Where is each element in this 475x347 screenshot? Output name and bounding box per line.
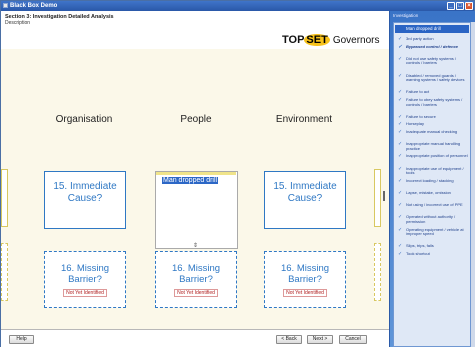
cause-list-item[interactable]: ✓ Inappropriate position of personnel [396, 154, 470, 159]
column-header-organisation: Organisation [55, 114, 113, 125]
cause-list-item[interactable]: ✓ Did not use safety systems / controls /… [396, 56, 470, 66]
back-button[interactable]: < Back [276, 335, 302, 344]
barrier-status: Not Yet Identified [283, 289, 327, 297]
cause-list-item[interactable]: ✓ Lapse, mistake, omission [396, 190, 470, 196]
check-icon[interactable]: ✓ [398, 191, 402, 196]
resize-grip-icon[interactable]: ⇕ [193, 242, 198, 249]
immediate-cause-organisation[interactable]: 15. Immediate Cause? [44, 171, 126, 229]
people-cause-text[interactable]: Man dropped drill [162, 177, 219, 184]
close-icon[interactable]: × [465, 2, 473, 10]
section-description: Description [5, 20, 31, 26]
cause-list-item[interactable]: ✓ Incorrect loading / stacking [396, 178, 470, 184]
cause-list-item[interactable]: ✓ Operating equipment / vehicle at improp… [396, 227, 470, 237]
card-header-band [156, 172, 236, 175]
side-pane-scrollbar[interactable] [471, 22, 475, 347]
check-icon[interactable]: ✓ [398, 203, 402, 208]
check-icon[interactable]: ✓ [398, 179, 402, 184]
immediate-cause-environment[interactable]: 15. Immediate Cause? [264, 171, 346, 229]
page-header: Section 3: Investigation Detailed Analys… [1, 11, 389, 49]
check-icon[interactable]: ✓ [398, 90, 402, 95]
check-icon[interactable]: ✓ [398, 98, 402, 103]
investigation-side-pane: Investigation Man dropped drill ✓ 3rd par… [389, 11, 475, 347]
check-icon[interactable]: ✓ [398, 73, 402, 79]
missing-barrier-organisation[interactable]: 16. Missing Barrier? Not Yet Identified [44, 251, 126, 308]
check-icon[interactable]: ✓ [398, 44, 402, 50]
footer-divider [1, 329, 389, 330]
check-icon[interactable]: ✓ [398, 252, 402, 257]
check-icon[interactable]: ✓ [398, 122, 402, 127]
main-panel: Section 3: Investigation Detailed Analys… [1, 11, 389, 347]
cancel-button[interactable]: Cancel [339, 335, 367, 344]
cause-list-item[interactable]: ✓ Failure to obey safety systems / contro… [396, 97, 470, 107]
check-icon[interactable]: ✓ [398, 115, 402, 120]
left-edge-tab-dashed [1, 243, 8, 301]
topset-logo: TOP SET Governors [282, 34, 380, 46]
check-icon[interactable]: ✓ [398, 154, 402, 159]
check-icon[interactable]: ✓ [398, 215, 402, 220]
barrier-status: Not Yet Identified [174, 289, 218, 297]
check-icon[interactable]: ✓ [398, 142, 402, 147]
right-edge-tab-dashed [374, 243, 381, 301]
people-cause-card[interactable]: Man dropped drill ⇕ [155, 171, 238, 249]
cause-list-item[interactable]: ✓ Horseplay [396, 122, 470, 127]
app-window: Black Box Demo _ □ × Section 3: Investig… [0, 0, 475, 347]
cause-tree-list[interactable]: Man dropped drill ✓ 3rd party action ✓ Bypa… [393, 22, 471, 347]
check-icon[interactable]: ✓ [398, 244, 402, 249]
cause-list-item[interactable]: ✓ 3rd party action [396, 36, 470, 42]
missing-barrier-environment[interactable]: 16. Missing Barrier? Not Yet Identified [264, 251, 346, 308]
missing-barrier-people[interactable]: 16. Missing Barrier? Not Yet Identified [155, 251, 237, 308]
column-header-environment: Environment [275, 114, 333, 125]
check-icon[interactable]: ✓ [398, 166, 402, 172]
cause-list-item[interactable]: ✓ Inappropriate manual handling practice [396, 141, 470, 151]
cause-list-item[interactable]: ✓ Inappropriate use of equipment / tools [396, 166, 470, 176]
check-icon[interactable]: ✓ [398, 130, 402, 135]
canvas-scroll-marker[interactable] [383, 191, 385, 201]
check-icon[interactable]: ✓ [398, 57, 402, 62]
cause-list-item[interactable]: ✓ Failure to secure [396, 114, 470, 120]
cause-list-item[interactable]: ✓ Operated without authority / permission [396, 215, 470, 224]
cause-list-item[interactable]: ✓ Slips, trips, falls [396, 244, 470, 249]
left-edge-tab [1, 169, 8, 227]
maximize-icon[interactable]: □ [456, 2, 464, 10]
app-icon [3, 3, 8, 8]
side-pane-title: Investigation [393, 13, 419, 18]
help-button[interactable]: Help [9, 335, 34, 344]
cause-list-item[interactable]: ✓ Not using / incorrect use of PPE [396, 202, 470, 208]
check-icon[interactable]: ✓ [398, 37, 402, 42]
cause-list-item[interactable]: ✓ Bypassed control / defence [396, 44, 470, 50]
cause-list-item[interactable]: ✓ Inadequate manual checking [396, 129, 470, 135]
next-button[interactable]: Next > [307, 335, 333, 344]
right-edge-tab [374, 169, 381, 227]
window-title: Black Box Demo [10, 3, 58, 9]
title-bar: Black Box Demo _ □ × [1, 1, 474, 11]
selected-cause-item[interactable]: Man dropped drill [395, 25, 469, 33]
check-icon[interactable]: ✓ [398, 227, 402, 233]
barrier-status: Not Yet Identified [63, 289, 107, 297]
cause-list-item[interactable]: ✓ Failure to act [396, 90, 470, 95]
cause-list-item[interactable]: ✓ Disabled / removed guards / warning sys… [396, 73, 470, 83]
minimize-icon[interactable]: _ [447, 2, 455, 10]
cause-list-item[interactable]: ✓ Took shortcut [396, 251, 470, 257]
column-header-people: People [180, 114, 212, 125]
